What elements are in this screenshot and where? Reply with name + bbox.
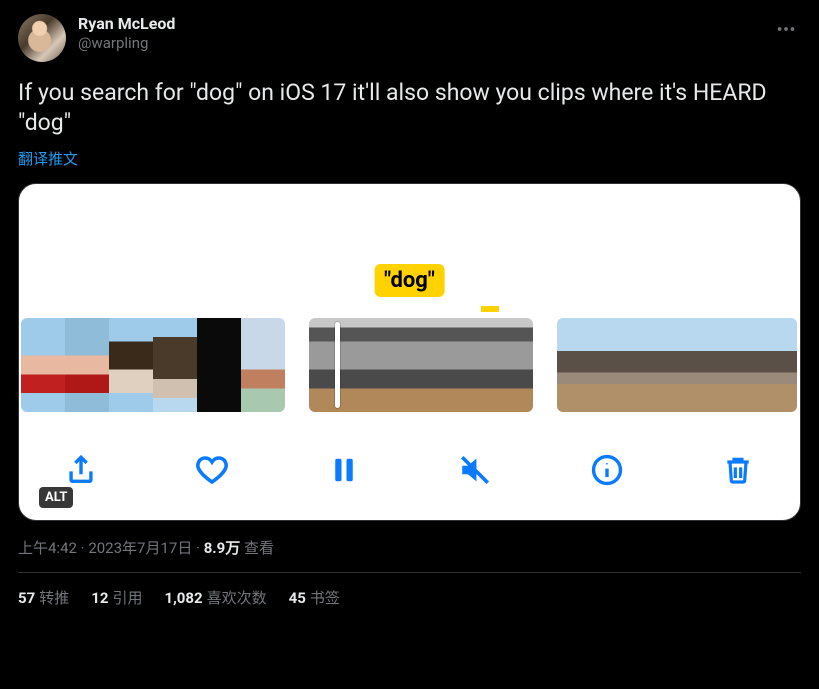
display-name: Ryan McLeod xyxy=(78,14,175,34)
views-label: 查看 xyxy=(240,539,274,557)
stat-quotes[interactable]: 12引用 xyxy=(91,587,142,608)
author-names[interactable]: Ryan McLeod @warpling xyxy=(78,14,175,53)
frame xyxy=(757,318,797,412)
meta-time: 上午4:42 xyxy=(18,539,77,557)
avatar[interactable] xyxy=(18,14,66,62)
more-icon[interactable] xyxy=(771,14,801,48)
info-icon[interactable] xyxy=(587,450,627,490)
clip-2-active[interactable] xyxy=(309,318,533,412)
frame xyxy=(365,318,421,412)
views-count: 8.9万 xyxy=(204,539,241,557)
frame xyxy=(109,318,153,412)
frame xyxy=(637,318,677,412)
tweet-header: Ryan McLeod @warpling xyxy=(18,14,801,62)
frame xyxy=(477,318,533,412)
frame xyxy=(557,318,597,412)
tweet-meta[interactable]: 上午4:42 · 2023年7月17日 · 8.9万 查看 xyxy=(18,537,801,558)
translate-link[interactable]: 翻译推文 xyxy=(18,148,78,169)
frame xyxy=(241,318,285,412)
clip-3[interactable] xyxy=(557,318,797,412)
meta-date: 2023年7月17日 xyxy=(88,539,192,557)
search-result-label: "dog" xyxy=(374,264,445,297)
heart-icon[interactable] xyxy=(192,450,232,490)
frame xyxy=(677,318,717,412)
pause-icon[interactable] xyxy=(324,450,364,490)
stat-likes[interactable]: 1,082喜欢次数 xyxy=(164,587,266,608)
frame xyxy=(197,318,241,412)
frame xyxy=(153,318,197,412)
stat-retweets[interactable]: 57转推 xyxy=(18,587,69,608)
frame xyxy=(309,318,365,412)
frame xyxy=(21,318,65,412)
frame xyxy=(597,318,637,412)
media-card[interactable]: "dog" xyxy=(18,183,801,521)
mute-icon[interactable] xyxy=(455,450,495,490)
stats-row: 57转推 12引用 1,082喜欢次数 45书签 xyxy=(18,573,801,622)
media-toolbar xyxy=(19,434,800,506)
video-filmstrip[interactable] xyxy=(19,318,800,412)
tweet-container: Ryan McLeod @warpling If you search for … xyxy=(0,0,819,622)
trash-icon[interactable] xyxy=(718,450,758,490)
frame xyxy=(65,318,109,412)
handle: @warpling xyxy=(78,34,175,53)
clip-1[interactable] xyxy=(21,318,285,412)
frame xyxy=(717,318,757,412)
share-icon[interactable] xyxy=(61,450,101,490)
playhead-marker xyxy=(481,306,499,312)
alt-badge[interactable]: ALT xyxy=(39,487,73,508)
stat-bookmarks[interactable]: 45书签 xyxy=(289,587,340,608)
frame xyxy=(421,318,477,412)
tweet-text: If you search for "dog" on iOS 17 it'll … xyxy=(18,78,801,138)
